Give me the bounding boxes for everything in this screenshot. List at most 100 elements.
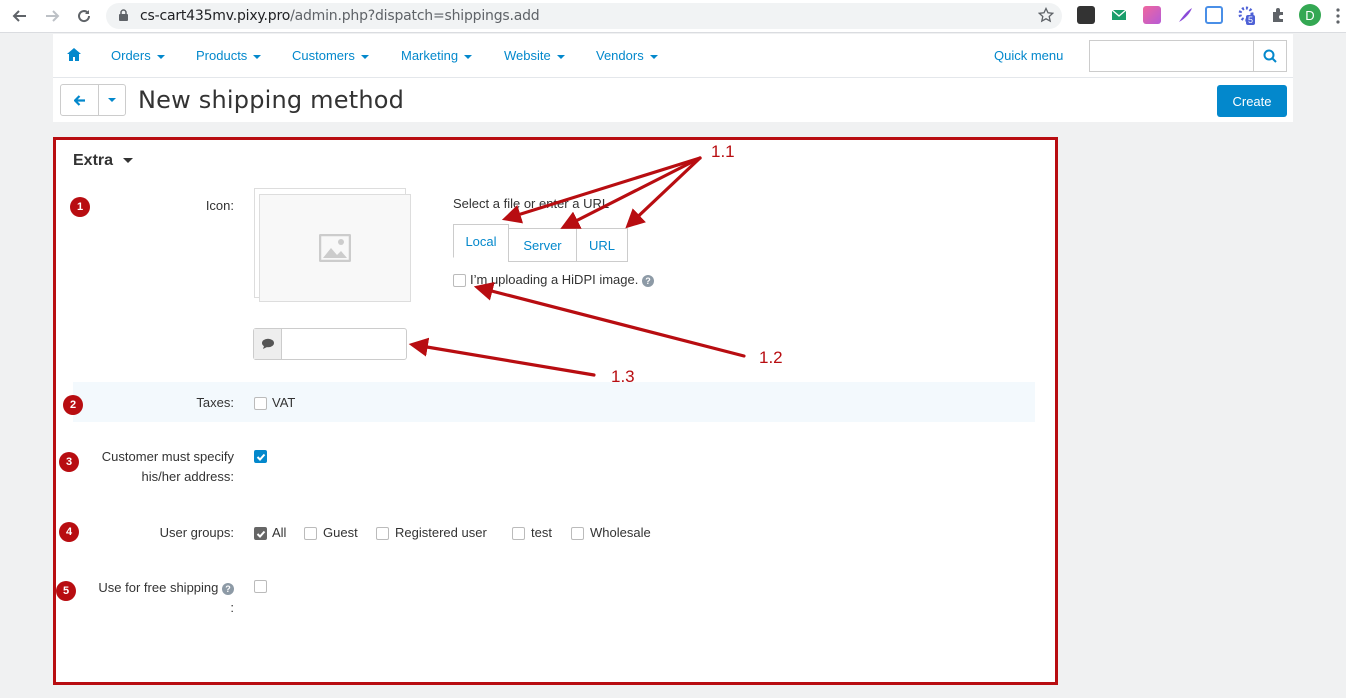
extension-badge: 5: [1246, 15, 1256, 25]
user-group-guest-checkbox[interactable]: [304, 527, 317, 540]
annotation-label-1-2: 1.2: [759, 348, 783, 367]
nav-item-orders[interactable]: Orders: [111, 48, 165, 63]
nav-label-marketing: Marketing: [401, 48, 459, 63]
address-required-checkbox[interactable]: [254, 450, 267, 463]
chevron-down-icon: [649, 54, 658, 59]
annotation-badge-2: 2: [63, 395, 83, 415]
feather-extension-icon[interactable]: [1176, 6, 1194, 24]
icon-label: Icon:: [205, 198, 234, 213]
extra-section-panel: Extra 1 Icon: Select a file or enter a U…: [53, 137, 1058, 685]
arrow-left-icon: [73, 94, 85, 106]
chevron-down-icon: [123, 158, 134, 164]
user-group-wholesale-label: Wholesale: [590, 525, 651, 540]
address-label-line2: his/her address:: [141, 469, 235, 484]
caret-down-icon: [108, 98, 116, 102]
free-shipping-label: Use for free shipping ?:: [68, 578, 234, 618]
user-group-registered-checkbox[interactable]: [376, 527, 389, 540]
nav-label-vendors: Vendors: [596, 48, 644, 63]
image-extension-icon[interactable]: [1205, 6, 1223, 24]
nav-label-website: Website: [504, 48, 551, 63]
annotation-badge-4: 4: [59, 522, 79, 542]
quick-menu-link[interactable]: Quick menu: [994, 48, 1063, 63]
user-group-test-checkbox[interactable]: [512, 527, 525, 540]
help-icon[interactable]: ?: [641, 274, 654, 287]
check-icon: [256, 530, 266, 538]
back-button[interactable]: [60, 84, 99, 116]
nav-item-website[interactable]: Website: [504, 48, 565, 63]
hidpi-checkbox[interactable]: [453, 274, 466, 287]
title-bar: New shipping method Create: [53, 78, 1293, 122]
admin-search-input[interactable]: [1089, 40, 1287, 72]
nav-label-orders: Orders: [111, 48, 151, 63]
forward-arrow-icon[interactable]: [40, 4, 64, 28]
address-bar[interactable]: cs-cart435mv.pixy.pro/admin.php?dispatch…: [106, 3, 1062, 29]
user-group-all-label: All: [272, 525, 287, 540]
help-icon[interactable]: ?: [222, 582, 234, 595]
vat-label: VAT: [272, 395, 296, 410]
tab-url[interactable]: URL: [576, 228, 628, 262]
chevron-down-icon: [253, 54, 262, 59]
user-group-wholesale-checkbox[interactable]: [571, 527, 584, 540]
user-group-all-checkbox[interactable]: [254, 527, 267, 540]
taxes-label: Taxes:: [196, 395, 234, 410]
select-file-text: Select a file or enter a URL: [453, 196, 610, 211]
hidpi-label-text: I’m uploading a HiDPI image.: [470, 272, 639, 287]
nav-item-vendors[interactable]: Vendors: [596, 48, 658, 63]
profile-initial: D: [1305, 7, 1315, 23]
top-navigation: Orders Products Customers Marketing Webs…: [53, 34, 1293, 78]
search-icon: [1263, 49, 1277, 63]
alt-text-input[interactable]: [253, 328, 407, 360]
address-label-line1: Customer must specify: [101, 449, 234, 464]
back-dropdown-button[interactable]: [98, 84, 126, 116]
nav-item-products[interactable]: Products: [196, 48, 262, 63]
gradient-extension-icon[interactable]: [1143, 6, 1161, 24]
url-path: /admin.php?dispatch=shippings.add: [290, 8, 540, 24]
user-group-guest-label: Guest: [323, 525, 358, 540]
user-group-test-label: test: [531, 525, 552, 540]
back-arrow-icon[interactable]: [8, 4, 32, 28]
user-groups-label: User groups:: [159, 525, 234, 540]
bookmark-star-icon[interactable]: [1037, 6, 1055, 28]
create-button[interactable]: Create: [1217, 85, 1287, 117]
url-host: cs-cart435mv.pixy.pro: [140, 8, 291, 24]
gear-extension-icon[interactable]: 5: [1238, 6, 1256, 25]
page-title: New shipping method: [138, 86, 405, 114]
profile-avatar[interactable]: D: [1299, 4, 1321, 26]
puzzle-extensions-icon[interactable]: [1269, 6, 1287, 24]
speech-bubble-icon: [261, 338, 274, 349]
nav-label-customers: Customers: [292, 48, 355, 63]
browser-menu-icon[interactable]: [1336, 8, 1340, 24]
vat-checkbox[interactable]: [254, 397, 267, 410]
free-shipping-checkbox[interactable]: [254, 580, 267, 593]
annotation-label-1-1: 1.1: [711, 142, 735, 161]
address-label: Customer must specify his/her address:: [68, 447, 234, 487]
tab-local[interactable]: Local: [453, 224, 509, 258]
nav-label-products: Products: [196, 48, 248, 63]
image-placeholder-icon: [319, 234, 351, 262]
browser-toolbar: cs-cart435mv.pixy.pro/admin.php?dispatch…: [0, 0, 1346, 33]
nav-item-marketing[interactable]: Marketing: [401, 48, 473, 63]
chevron-down-icon: [360, 54, 369, 59]
selenium-extension-icon[interactable]: [1077, 6, 1095, 24]
chevron-down-icon: [556, 54, 565, 59]
section-title-extra[interactable]: Extra: [73, 152, 134, 170]
alt-text-addon: [254, 329, 282, 359]
free-shipping-label-text: Use for free shipping: [98, 580, 219, 595]
check-icon: [256, 453, 266, 461]
home-icon[interactable]: [67, 48, 81, 66]
user-group-registered-label: Registered user: [395, 525, 487, 540]
mail-extension-icon[interactable]: [1110, 6, 1128, 24]
lock-icon: [118, 9, 129, 27]
hidpi-label: I’m uploading a HiDPI image. ?: [470, 272, 654, 287]
search-button[interactable]: [1253, 41, 1286, 71]
icon-image-preview[interactable]: [259, 194, 411, 302]
nav-item-customers[interactable]: Customers: [292, 48, 369, 63]
chevron-down-icon: [156, 54, 165, 59]
free-shipping-label-tail: :: [230, 600, 234, 615]
section-title-text: Extra: [73, 152, 114, 169]
url-text: cs-cart435mv.pixy.pro/admin.php?dispatch…: [140, 8, 540, 24]
annotation-label-1-3: 1.3: [611, 367, 635, 386]
reload-icon[interactable]: [72, 4, 96, 28]
admin-header: Orders Products Customers Marketing Webs…: [53, 34, 1293, 122]
tab-server[interactable]: Server: [508, 228, 577, 262]
